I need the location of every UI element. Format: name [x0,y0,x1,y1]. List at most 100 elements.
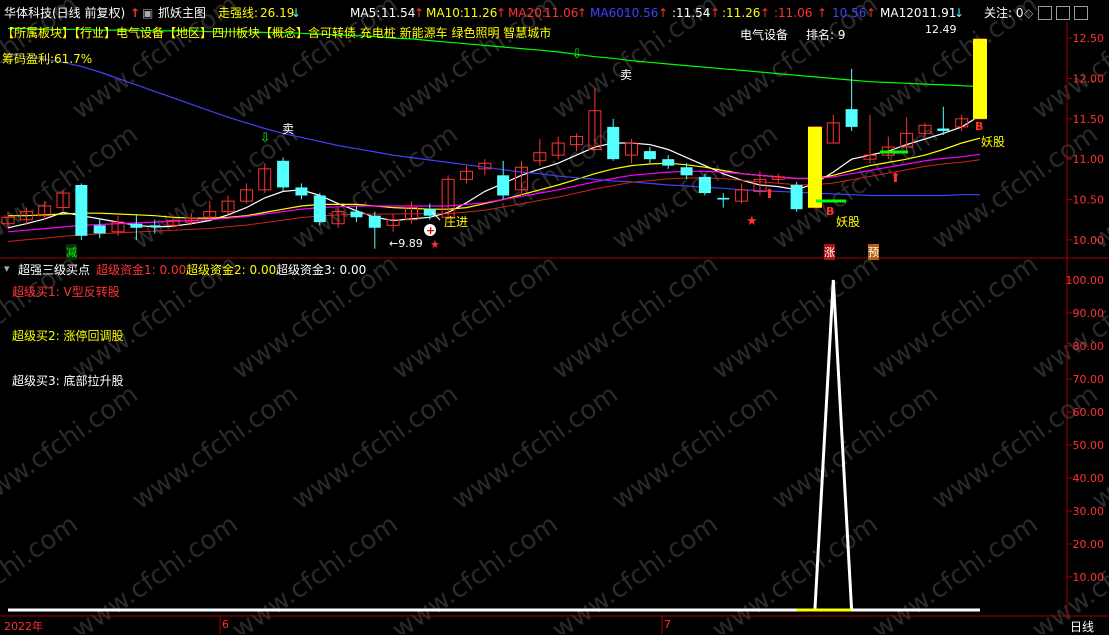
buy2-label: 超级买2: 涨停回调股 [12,329,124,343]
y-tick-label: 30.00 [1073,505,1105,518]
dropdown-triangle-icon[interactable]: ▾ [4,262,10,275]
y-tick-label: 10.00 [1073,234,1105,247]
arrow-up-icon: ↑ [414,6,425,20]
arrow-up-icon: ↑ [817,6,828,20]
candle-body [368,215,381,228]
candle-body [845,109,858,127]
arrow-down-icon: ↓ [954,6,965,20]
candle-body [717,197,730,200]
arrow-up-icon: ↑ [658,6,669,20]
high-price-label: 12.49 [925,23,957,36]
candle-body [93,225,106,234]
buy-b-marker: B [975,120,984,133]
signal-bar [973,38,987,119]
ma10-label: MA10: [426,6,464,20]
sell-arrow-icon: ⇩ [260,131,271,146]
y-tick-label: 60.00 [1073,406,1105,419]
y-tick-label: 11.00 [1073,153,1105,166]
candle-body [937,128,950,131]
dropdown-square-icon[interactable]: ▣ [142,4,153,22]
ma10-value: 11.26 [463,6,498,20]
candle-body [607,126,620,160]
ma60-value: 10.56 [624,6,659,20]
star-icon: ★ [430,238,440,251]
candle-body [277,160,290,188]
close-square-icon[interactable] [1074,6,1088,20]
y-tick-label: 90.00 [1073,307,1105,320]
rise-badge: 涨 [824,244,835,260]
watch-count[interactable]: 关注: 0 [984,4,1024,22]
buy-b-marker: B [826,205,835,218]
y-tick-label: 11.50 [1073,113,1105,126]
year-label: 2022年 [4,620,43,633]
candle-body [680,167,693,176]
ma20-value: 11.06 [544,6,579,20]
fund3-label: 超级资金3: 0.00 [276,263,367,277]
plus-sign-icon: + [426,224,435,237]
y-tick-label: 10.00 [1073,571,1105,584]
arrow-up-icon: ↑ [130,6,141,20]
y-tick-label: 10.50 [1073,194,1105,207]
rank-label: 排名: 9 [806,28,846,42]
candle-body [790,184,803,210]
candle-body [130,223,143,228]
y-tick-label: 40.00 [1073,472,1105,485]
candle-body [75,184,88,236]
month-label: 6 [222,618,229,631]
chip-profit: 筹码盈利:61.7% [2,52,93,66]
ma120-value: 11.91 [922,6,957,20]
sell-label: 卖 [620,68,633,82]
ma120-label: MA120: [880,6,926,20]
sector-line: 【所属板块】【行业】电气设备【地区】四川板块【概念】含可转债 充电桩 新能源车 … [2,26,552,40]
arrow-up-icon: ↑ [760,6,771,20]
reduce-badge: 减 [66,244,77,260]
candle-body [662,159,675,166]
repeat-value-1: :11.54 [672,6,711,20]
y-tick-label: 80.00 [1073,340,1105,353]
candle-body [295,187,308,196]
up-arrow-icon: ⬆ [764,187,775,202]
repeat-value-2: :11.26 [722,6,761,20]
yao-gu-label: 妖股 [981,135,1006,149]
zhuang-jin-label: 庄进 [444,215,469,229]
y-tick-label: 50.00 [1073,439,1105,452]
candle-body [497,175,510,196]
low-price-label: ←9.89 [389,237,423,250]
signal-bar [807,126,822,208]
y-tick-label: 12.50 [1073,32,1105,45]
candle-body [148,225,161,227]
arrow-up-icon: ↑ [866,6,877,20]
chart-canvas: www.cfchi.comwww.cfchi.comwww.cfchi.comw… [0,0,1109,634]
y-tick-label: 12.00 [1073,72,1105,85]
main-indicator-name[interactable]: 抓妖主图 [158,4,206,22]
sub-indicator-title[interactable]: 超强三级买点 [18,261,90,278]
arrow-up-icon: ↑ [577,6,588,20]
settings-square-icon[interactable] [1038,6,1052,20]
candle-body [643,151,656,160]
fund1-label: 超级资金1: 0.00 [96,263,187,277]
up-arrow-icon: ⬆ [890,171,901,186]
star-icon: ★ [746,214,758,229]
ma5-value: 11.54 [381,6,416,20]
repeat-value-3: :11.06 [774,6,813,20]
sell-arrow-icon: ⇩ [572,47,583,62]
candle-body [350,211,363,218]
sell-label: 卖 [282,122,295,136]
arrow-up-icon: ↑ [496,6,507,20]
ma5-label: MA5: [350,6,381,20]
candle-body [698,176,711,194]
y-tick-label: 70.00 [1073,373,1105,386]
restore-square-icon[interactable] [1056,6,1070,20]
strong-line-label: 走强线: [218,6,259,20]
arrow-up-icon: ↑ [710,6,721,20]
y-tick-label: 20.00 [1073,538,1105,551]
pre-badge: 预 [868,244,879,260]
candle-body [313,195,326,223]
month-label: 7 [664,618,671,631]
arrow-down-icon: ↓ [291,6,302,20]
stock-title[interactable]: 华体科技(日线 前复权) [4,4,125,22]
y-tick-label: 100.00 [1066,274,1105,287]
buy1-label: 超级买1: V型反转股 [12,285,120,299]
period-tab[interactable]: 日线 [1070,618,1094,635]
diamond-icon[interactable]: ◇ [1024,4,1033,22]
